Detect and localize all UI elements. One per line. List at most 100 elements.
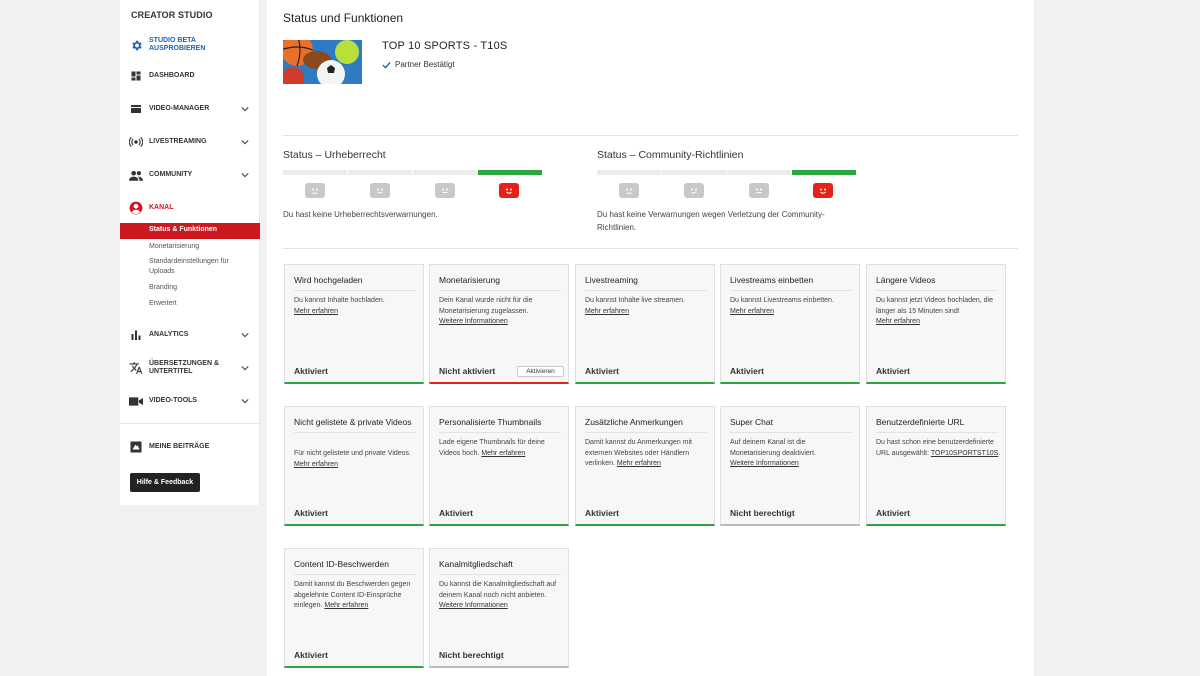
strike-bar-active (792, 170, 856, 175)
card-status: Nicht berechtigt (439, 650, 504, 660)
card-status: Aktiviert (730, 366, 765, 376)
partner-status-label: Partner Bestätigt (395, 60, 455, 69)
custom-url-link[interactable]: TOP10SPORTST10S (931, 450, 998, 457)
card-title: Zusätzliche Anmerkungen (585, 417, 707, 433)
strike-bar (662, 170, 726, 175)
feature-card-upload: Wird hochgeladen Du kannst Inhalte hochl… (284, 264, 424, 384)
learn-more-link[interactable]: Mehr erfahren (617, 460, 661, 467)
learn-more-link[interactable]: Mehr erfahren (876, 318, 920, 325)
sidebar-item-dashboard[interactable]: DASHBOARD (120, 65, 260, 87)
learn-more-link[interactable]: Mehr erfahren (294, 308, 338, 315)
card-description: Du kannst Inhalte live streamen. Mehr erf… (585, 297, 685, 315)
sidebar-item-livestreaming[interactable]: LIVESTREAMING (120, 131, 260, 153)
chevron-down-icon (240, 396, 250, 406)
feature-card-longer-videos: Längere Videos Du kannst jetzt Videos ho… (866, 264, 1006, 384)
card-status: Aktiviert (876, 508, 911, 518)
neutral-face-icon (749, 183, 769, 198)
sidebar-item-my-contributions[interactable]: MEINE BEITRÄGE (120, 436, 260, 458)
card-status: Nicht aktiviert (439, 366, 496, 376)
sad-face-icon (305, 183, 325, 198)
card-description: Für nicht gelistete und private Videos. … (294, 450, 411, 468)
sidebar-subitem-upload-defaults[interactable]: Standardeinstellungen für Uploads (149, 257, 249, 277)
live-broadcast-icon (129, 135, 143, 149)
chevron-down-icon (240, 104, 250, 114)
more-info-link[interactable]: Weitere Informationen (439, 602, 508, 609)
card-status: Aktiviert (439, 508, 474, 518)
chevron-down-icon (240, 170, 250, 180)
card-description: Du kannst Livestreams einbetten. Mehr erf… (730, 297, 834, 315)
card-status: Aktiviert (585, 508, 620, 518)
strike-bar-active (478, 170, 542, 175)
card-title: Monetarisierung (439, 275, 561, 291)
sidebar-divider (120, 423, 260, 424)
card-description: Auf deinem Kanal ist die Monetarisierung… (730, 439, 816, 467)
sidebar-subitem-advanced[interactable]: Erweitert (149, 299, 249, 309)
sidebar-title: CREATOR STUDIO (131, 10, 213, 20)
card-description: Du kannst jetzt Videos hochladen, die lä… (876, 297, 994, 325)
check-icon (382, 61, 391, 69)
more-info-link[interactable]: Weitere Informationen (439, 318, 508, 325)
activate-button[interactable]: Aktivieren (517, 366, 564, 377)
sidebar-item-translations[interactable]: ÜBERSETZUNGEN & UNTERTITEL (120, 356, 260, 380)
sidebar-item-community[interactable]: COMMUNITY (120, 164, 260, 186)
learn-more-link[interactable]: Mehr erfahren (481, 450, 525, 457)
copyright-status-text: Du hast keine Urheberrechtsverwarnungen. (283, 210, 438, 219)
sidebar-item-label: KANAL (149, 204, 174, 211)
card-status: Nicht berechtigt (730, 508, 795, 518)
divider (283, 248, 1018, 249)
help-feedback-button[interactable]: Hilfe & Feedback (130, 473, 200, 492)
card-title: Längere Videos (876, 275, 998, 291)
feature-card-livestreaming: Livestreaming Du kannst Inhalte live str… (575, 264, 715, 384)
card-status: Aktiviert (294, 366, 329, 376)
sidebar-item-studio-beta[interactable]: STUDIO BETA AUSPROBIEREN (120, 33, 260, 57)
learn-more-link[interactable]: Mehr erfahren (585, 308, 629, 315)
feature-card-membership: Kanalmitgliedschaft Du kannst die Kanalm… (429, 548, 569, 668)
sidebar-item-label: COMMUNITY (149, 171, 193, 178)
strike-indicator (283, 170, 563, 198)
learn-more-link[interactable]: Mehr erfahren (730, 308, 774, 315)
sidebar-item-analytics[interactable]: ANALYTICS (120, 324, 260, 346)
feature-card-monetization: Monetarisierung Dein Kanal wurde nicht f… (429, 264, 569, 384)
strike-bar (283, 170, 347, 175)
channel-name: TOP 10 SPORTS - T10S (382, 40, 508, 52)
card-title: Wird hochgeladen (294, 275, 416, 291)
learn-more-link[interactable]: Mehr erfahren (294, 461, 338, 468)
page-title: Status und Funktionen (283, 11, 404, 25)
chevron-down-icon (240, 363, 250, 373)
channel-thumbnail (283, 40, 362, 84)
video-camera-icon (129, 394, 143, 408)
community-status-text: Du hast keine Verwarnungen wegen Verletz… (597, 210, 825, 232)
main-content: Status und Funktionen TOP 10 SPORTS - T1… (267, 0, 1034, 676)
people-icon (129, 168, 143, 182)
feature-card-super-chat: Super Chat Auf deinem Kanal ist die Mone… (720, 406, 860, 526)
card-description: Dein Kanal wurde nicht für die Monetaris… (439, 297, 533, 325)
sidebar-item-video-manager[interactable]: VIDEO-MANAGER (120, 98, 260, 120)
card-status: Aktiviert (294, 650, 329, 660)
card-title: Kanalmitgliedschaft (439, 559, 561, 575)
sidebar-item-label: STUDIO BETA AUSPROBIEREN (149, 37, 206, 52)
card-title: Personalisierte Thumbnails (439, 417, 561, 433)
card-description: Du hast schon eine benutzerdefinierte UR… (876, 439, 1001, 457)
card-status: Aktiviert (585, 366, 620, 376)
learn-more-link[interactable]: Mehr erfahren (324, 602, 368, 609)
gear-icon (129, 38, 143, 52)
sidebar-subitem-status[interactable]: Status & Funktionen (120, 223, 260, 239)
card-description: Du kannst die Kanalmitgliedschaft auf de… (439, 581, 557, 609)
card-description: Du kannst Inhalte hochladen. Mehr erfahre… (294, 297, 385, 315)
strike-bar (597, 170, 661, 175)
more-info-link[interactable]: Weitere Informationen (730, 460, 799, 467)
account-circle-icon (129, 201, 143, 215)
feature-card-embed-livestreams: Livestreams einbetten Du kannst Livestre… (720, 264, 860, 384)
card-description: Damit kannst du Beschwerden gegen abgele… (294, 581, 411, 609)
card-description: Damit kannst du Anmerkungen mit externen… (585, 439, 692, 467)
strike-bar (348, 170, 412, 175)
neutral-face-icon (435, 183, 455, 198)
sidebar-item-kanal[interactable]: KANAL (120, 197, 260, 219)
partner-status: Partner Bestätigt (382, 60, 455, 69)
sidebar-item-video-tools[interactable]: VIDEO-TOOLS (120, 390, 260, 412)
feature-card-unlisted-private: Nicht gelistete & private Videos Für nic… (284, 406, 424, 526)
neutral-face-icon (370, 183, 390, 198)
sidebar-subitem-branding[interactable]: Branding (149, 283, 249, 293)
sidebar-subitem-monetization[interactable]: Monetarisierung (149, 242, 249, 252)
card-title: Livestreaming (585, 275, 707, 291)
